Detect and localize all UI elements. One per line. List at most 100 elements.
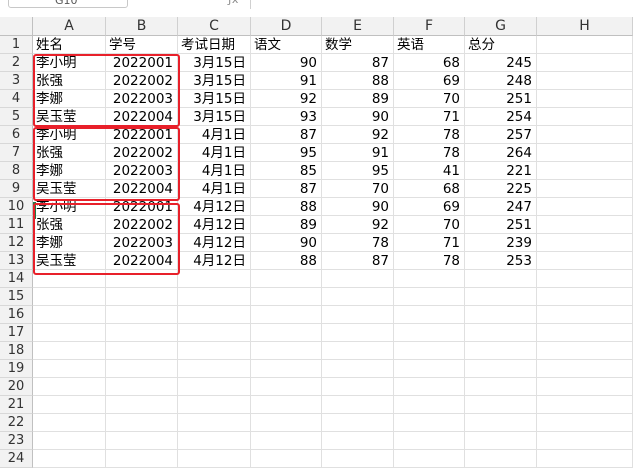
cell-a9[interactable]: 吴玉莹 [33, 180, 106, 198]
cell-c22[interactable] [178, 414, 251, 432]
cell-c2[interactable]: 3月15日 [178, 54, 251, 72]
cell-h18[interactable] [537, 342, 633, 360]
cell-d17[interactable] [251, 324, 322, 342]
cell-f18[interactable] [394, 342, 465, 360]
cell-e9[interactable]: 70 [322, 180, 394, 198]
cell-c5[interactable]: 3月15日 [178, 108, 251, 126]
cell-e19[interactable] [322, 360, 394, 378]
cell-c21[interactable] [178, 396, 251, 414]
cell-f21[interactable] [394, 396, 465, 414]
cell-a15[interactable] [33, 288, 106, 306]
cell-d24[interactable] [251, 450, 322, 468]
cell-d8[interactable]: 85 [251, 162, 322, 180]
cell-e7[interactable]: 91 [322, 144, 394, 162]
cell-c15[interactable] [178, 288, 251, 306]
cell-h14[interactable] [537, 270, 633, 288]
cell-e11[interactable]: 92 [322, 216, 394, 234]
cell-d4[interactable]: 92 [251, 90, 322, 108]
column-header-c[interactable]: C [178, 17, 251, 36]
cell-h11[interactable] [537, 216, 633, 234]
cell-c18[interactable] [178, 342, 251, 360]
cell-d16[interactable] [251, 306, 322, 324]
cell-e10[interactable]: 90 [322, 198, 394, 216]
cell-f4[interactable]: 70 [394, 90, 465, 108]
cell-b24[interactable] [106, 450, 178, 468]
cell-e15[interactable] [322, 288, 394, 306]
cell-f11[interactable]: 70 [394, 216, 465, 234]
cell-f15[interactable] [394, 288, 465, 306]
cell-b6[interactable]: 2022001 [106, 126, 178, 144]
cell-g11[interactable]: 251 [465, 216, 537, 234]
name-box[interactable]: G10 [8, 0, 128, 8]
cell-f14[interactable] [394, 270, 465, 288]
cell-f10[interactable]: 69 [394, 198, 465, 216]
cell-g16[interactable] [465, 306, 537, 324]
row-header-1[interactable]: 1 [0, 36, 33, 54]
cell-g6[interactable]: 257 [465, 126, 537, 144]
cell-b1[interactable]: 学号 [106, 36, 178, 54]
column-header-a[interactable]: A [33, 17, 106, 36]
column-header-e[interactable]: E [322, 17, 394, 36]
cell-h6[interactable] [537, 126, 633, 144]
column-header-f[interactable]: F [394, 17, 465, 36]
cell-e3[interactable]: 88 [322, 72, 394, 90]
cell-g14[interactable] [465, 270, 537, 288]
cell-h24[interactable] [537, 450, 633, 468]
cell-d3[interactable]: 91 [251, 72, 322, 90]
cell-f17[interactable] [394, 324, 465, 342]
cell-c3[interactable]: 3月15日 [178, 72, 251, 90]
cell-a21[interactable] [33, 396, 106, 414]
row-header-2[interactable]: 2 [0, 54, 33, 72]
cell-h2[interactable] [537, 54, 633, 72]
cell-g1[interactable]: 总分 [465, 36, 537, 54]
cell-b22[interactable] [106, 414, 178, 432]
cell-e12[interactable]: 78 [322, 234, 394, 252]
cell-c4[interactable]: 3月15日 [178, 90, 251, 108]
cell-c1[interactable]: 考试日期 [178, 36, 251, 54]
cell-e6[interactable]: 92 [322, 126, 394, 144]
cell-c16[interactable] [178, 306, 251, 324]
row-header-11[interactable]: 11 [0, 216, 33, 234]
column-header-g[interactable]: G [465, 17, 537, 36]
cell-d2[interactable]: 90 [251, 54, 322, 72]
cell-a7[interactable]: 张强 [33, 144, 106, 162]
cell-c8[interactable]: 4月1日 [178, 162, 251, 180]
cell-g13[interactable]: 253 [465, 252, 537, 270]
cell-a8[interactable]: 李娜 [33, 162, 106, 180]
row-header-13[interactable]: 13 [0, 252, 33, 270]
cell-f5[interactable]: 71 [394, 108, 465, 126]
cell-c14[interactable] [178, 270, 251, 288]
cell-c20[interactable] [178, 378, 251, 396]
cell-g21[interactable] [465, 396, 537, 414]
cell-e18[interactable] [322, 342, 394, 360]
row-header-17[interactable]: 17 [0, 324, 33, 342]
cell-h4[interactable] [537, 90, 633, 108]
cell-g20[interactable] [465, 378, 537, 396]
cell-d14[interactable] [251, 270, 322, 288]
cell-g3[interactable]: 248 [465, 72, 537, 90]
cell-e21[interactable] [322, 396, 394, 414]
cell-b20[interactable] [106, 378, 178, 396]
cell-d5[interactable]: 93 [251, 108, 322, 126]
cell-a14[interactable] [33, 270, 106, 288]
cell-h12[interactable] [537, 234, 633, 252]
cell-g7[interactable]: 264 [465, 144, 537, 162]
cell-a17[interactable] [33, 324, 106, 342]
cell-a23[interactable] [33, 432, 106, 450]
cell-g2[interactable]: 245 [465, 54, 537, 72]
row-header-18[interactable]: 18 [0, 342, 33, 360]
cell-c11[interactable]: 4月12日 [178, 216, 251, 234]
cell-g4[interactable]: 251 [465, 90, 537, 108]
cell-e14[interactable] [322, 270, 394, 288]
cell-a6[interactable]: 李小明 [33, 126, 106, 144]
row-header-4[interactable]: 4 [0, 90, 33, 108]
cell-g24[interactable] [465, 450, 537, 468]
cell-h7[interactable] [537, 144, 633, 162]
cell-a19[interactable] [33, 360, 106, 378]
cell-h22[interactable] [537, 414, 633, 432]
cell-c10[interactable]: 4月12日 [178, 198, 251, 216]
column-header-b[interactable]: B [106, 17, 178, 36]
cell-e2[interactable]: 87 [322, 54, 394, 72]
cell-d9[interactable]: 87 [251, 180, 322, 198]
cell-h10[interactable] [537, 198, 633, 216]
